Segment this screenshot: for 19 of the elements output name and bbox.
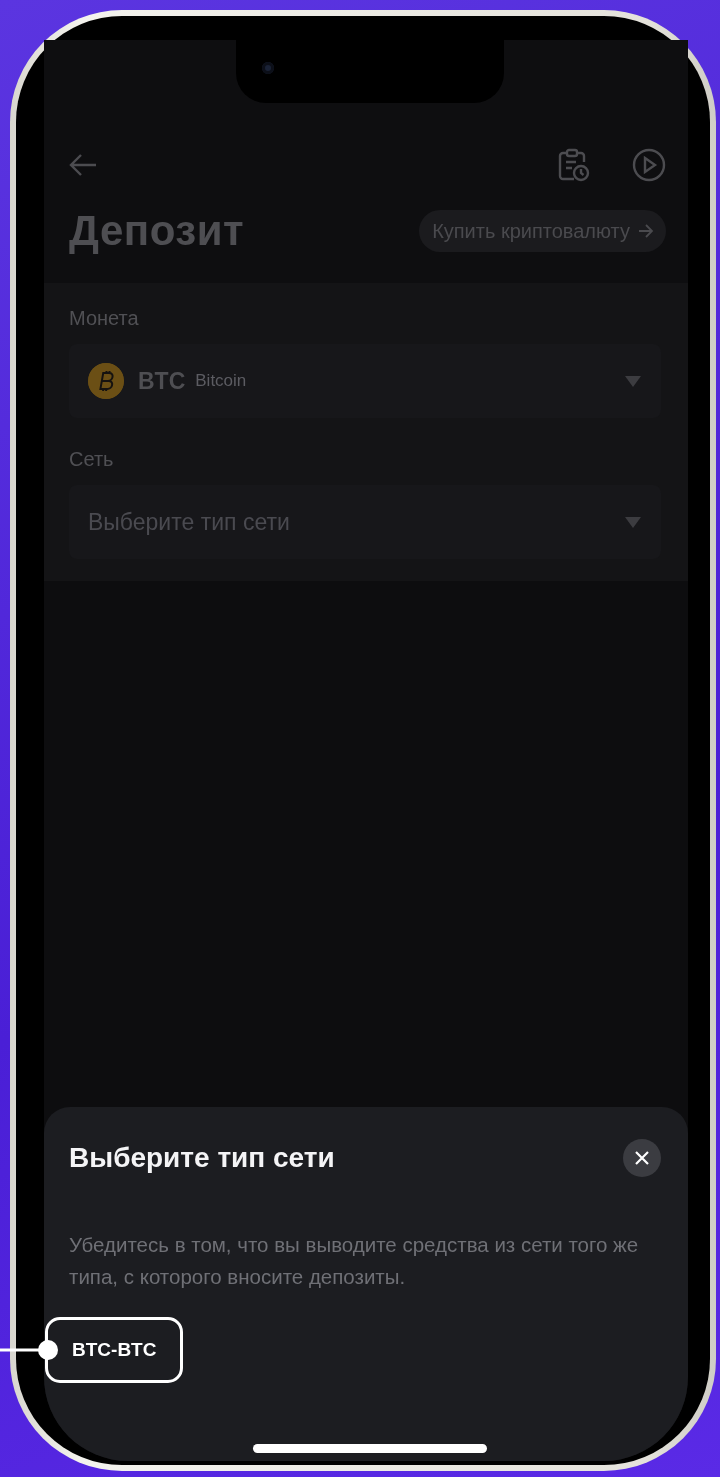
bitcoin-icon	[88, 363, 124, 399]
sheet-description: Убедитесь в том, что вы выводите средства из сети того же типа, с которого вносите депозиты.	[69, 1232, 640, 1290]
network-label: Сеть	[69, 448, 114, 471]
sheet-title: Выберите тип сети	[69, 1142, 335, 1174]
coin-label: Монета	[69, 307, 139, 330]
coin-select[interactable]: BTC Bitcoin	[69, 344, 661, 418]
dropdown-caret-icon	[625, 375, 641, 387]
close-button[interactable]	[623, 1139, 661, 1177]
clipboard-clock-icon[interactable]	[558, 148, 590, 182]
coin-symbol: BTC	[138, 367, 186, 395]
arrow-right-icon	[638, 224, 654, 238]
close-icon	[635, 1151, 649, 1165]
camera-icon	[262, 62, 274, 74]
play-circle-icon[interactable]	[632, 148, 666, 182]
callout-pointer	[0, 1339, 60, 1361]
dropdown-caret-icon	[625, 516, 641, 528]
coin-name: Bitcoin	[195, 371, 247, 391]
back-arrow-icon[interactable]	[69, 153, 97, 177]
page-title: Депозит	[69, 207, 245, 255]
